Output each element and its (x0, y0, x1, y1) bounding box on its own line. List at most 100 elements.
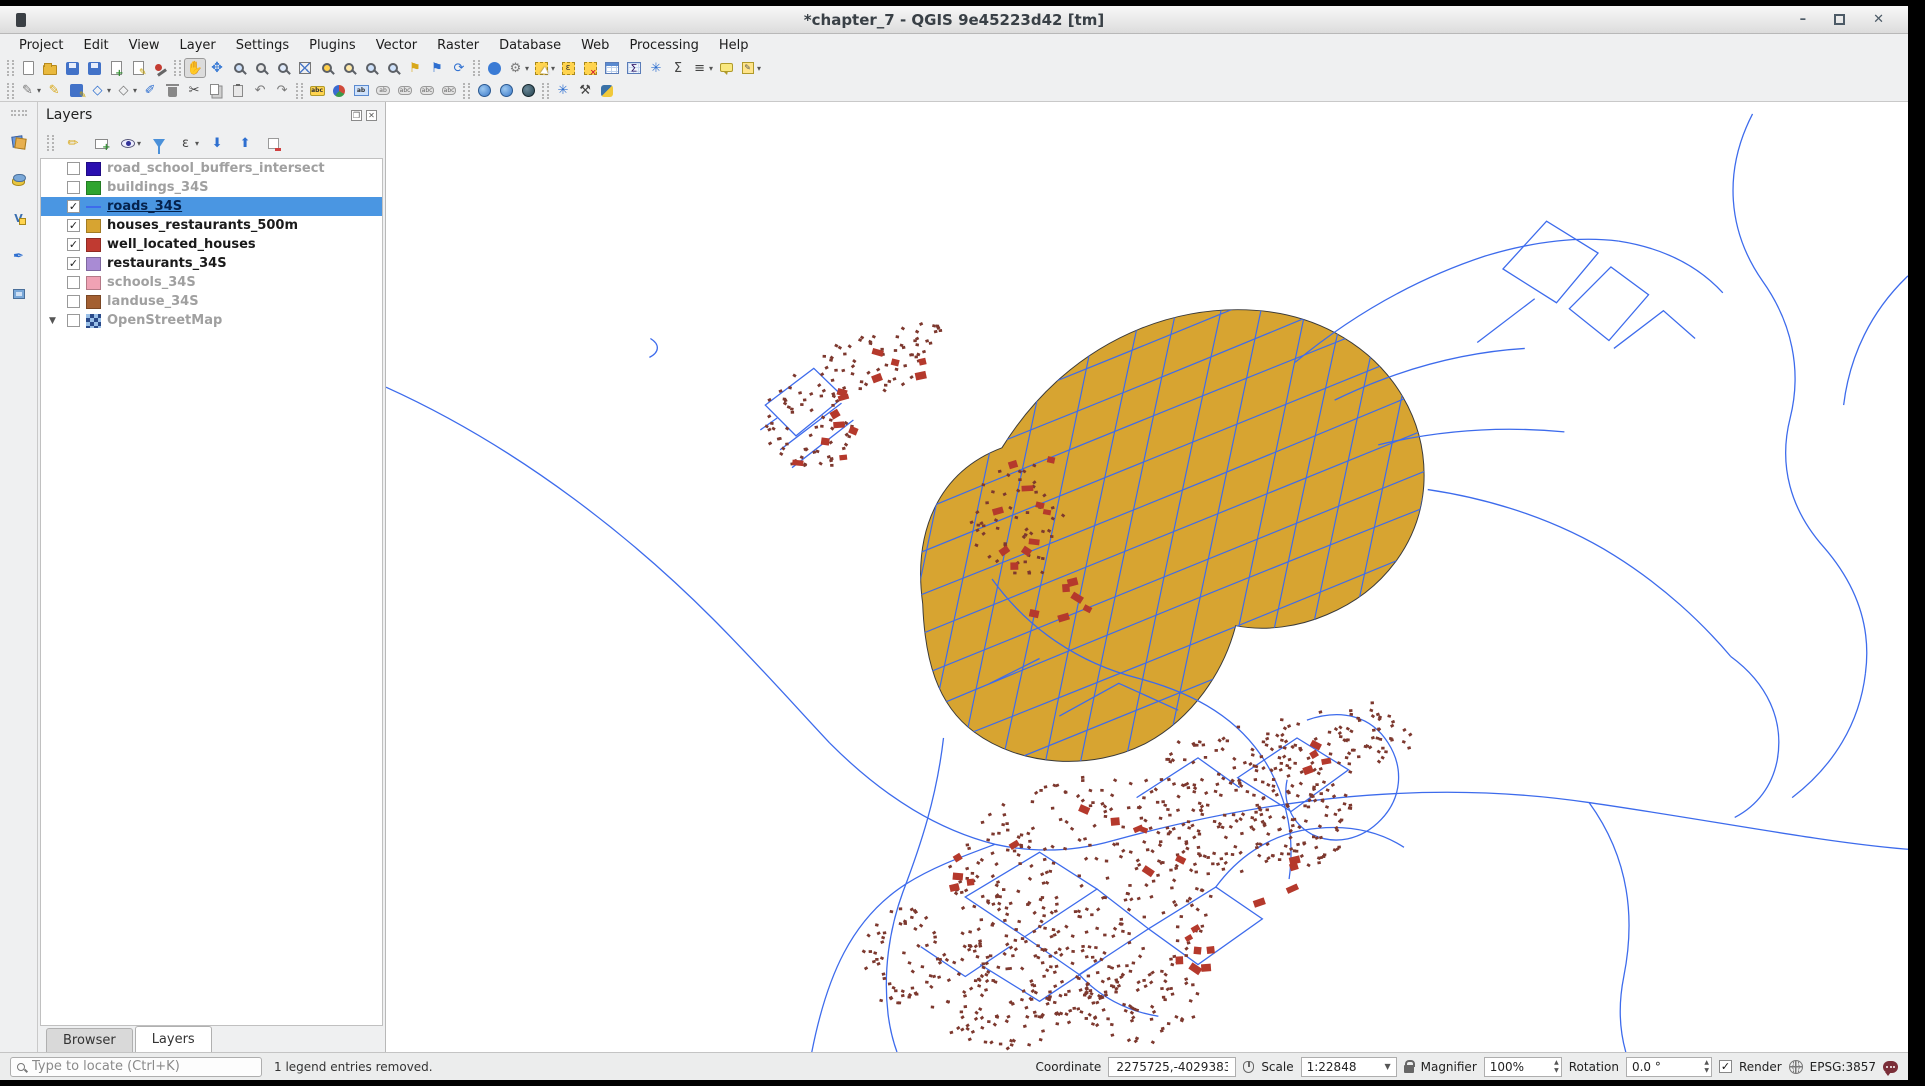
delete-selected-button[interactable] (161, 81, 183, 101)
zoom-to-layer-button[interactable] (338, 58, 360, 78)
style-manager-button[interactable] (149, 58, 171, 78)
run-feature-action-button[interactable]: ⚙▾ (505, 58, 531, 78)
minimize-button[interactable]: – (1800, 13, 1807, 26)
map-tips-button[interactable] (715, 58, 737, 78)
toolbox-button[interactable]: ⚒ (574, 81, 596, 101)
web-map-services-button[interactable] (495, 81, 517, 101)
add-feature-button[interactable]: ◇▾ (87, 81, 113, 101)
show-layout-manager-button[interactable] (127, 58, 149, 78)
new-print-layout-button[interactable] (105, 58, 127, 78)
panel-close-icon[interactable]: ✕ (366, 110, 377, 121)
zoom-to-selection-button[interactable] (316, 58, 338, 78)
processing-options-button[interactable]: ✳ (645, 58, 667, 78)
toolbar-handle[interactable] (174, 60, 181, 76)
osm-place-search-button[interactable] (517, 81, 539, 101)
layer-row-schools_34S[interactable]: schools_34S (41, 273, 382, 292)
rotate-label-button[interactable]: abc (416, 81, 438, 101)
close-button[interactable]: ✕ (1873, 13, 1884, 26)
toolbar-handle[interactable] (473, 60, 480, 76)
deselect-all-button[interactable] (579, 58, 601, 78)
new-project-button[interactable] (17, 58, 39, 78)
processing-toolbox-button[interactable]: ✳ (552, 81, 574, 101)
statistical-summary-button[interactable]: Σ (667, 58, 689, 78)
zoom-next-button[interactable] (382, 58, 404, 78)
layer-row-roads_34S[interactable]: ✓roads_34S (41, 197, 382, 216)
layer-row-restaurants_34S[interactable]: ✓restaurants_34S (41, 254, 382, 273)
menu-project[interactable]: Project (10, 36, 72, 55)
maximize-button[interactable] (1834, 14, 1845, 25)
add-group-button[interactable] (89, 133, 113, 153)
menu-raster[interactable]: Raster (428, 36, 488, 55)
messages-icon[interactable] (1883, 1061, 1898, 1073)
new-annotation-button[interactable]: ✎▾ (737, 58, 763, 78)
crs-globe-icon[interactable] (1789, 1060, 1803, 1074)
menu-layer[interactable]: Layer (171, 36, 225, 55)
toolbar-handle[interactable] (47, 135, 54, 151)
open-project-button[interactable] (39, 58, 61, 78)
change-label-button[interactable]: abc (438, 81, 460, 101)
toggle-editing-button[interactable]: ✎ (43, 81, 65, 101)
render-checkbox[interactable]: ✓ (1719, 1060, 1732, 1073)
filter-legend-button[interactable] (147, 133, 171, 153)
paste-features-button[interactable] (227, 81, 249, 101)
data-source-manager-button[interactable] (7, 130, 31, 154)
menu-database[interactable]: Database (490, 36, 570, 55)
layer-row-road_school_buffers_intersect[interactable]: road_school_buffers_intersect (41, 159, 382, 178)
epsg-status[interactable]: EPSG:3857 (1810, 1060, 1876, 1074)
pan-map-button[interactable]: ✋ (184, 58, 206, 78)
zoom-native-button[interactable] (272, 58, 294, 78)
open-attribute-table-button[interactable] (601, 58, 623, 78)
menu-view[interactable]: View (120, 36, 169, 55)
menu-edit[interactable]: Edit (74, 36, 117, 55)
layer-checkbox-road_school_buffers_intersect[interactable] (67, 162, 80, 175)
open-layer-styling-button[interactable]: ✏ (61, 133, 85, 153)
pan-to-selection-button[interactable]: ✥ (206, 58, 228, 78)
save-project-button[interactable] (61, 58, 83, 78)
save-project-as-button[interactable] (83, 58, 105, 78)
modify-attributes-button[interactable]: ✐ (139, 81, 161, 101)
menu-processing[interactable]: Processing (620, 36, 707, 55)
measure-line-button[interactable]: ≡▾ (689, 58, 715, 78)
new-spatial-bookmark-button[interactable]: ⚑ (404, 58, 426, 78)
copy-features-button[interactable] (205, 81, 227, 101)
magnifier-spinbox[interactable]: 100% ▲▼ (1484, 1057, 1562, 1077)
add-geopackage-layer-button[interactable] (7, 168, 31, 192)
collapse-all-button[interactable]: ⬆ (233, 133, 257, 153)
coordinate-input[interactable] (1114, 1059, 1230, 1075)
menu-plugins[interactable]: Plugins (300, 36, 365, 55)
add-vector-layer-button[interactable]: V (7, 206, 31, 230)
cut-features-button[interactable]: ✂ (183, 81, 205, 101)
menu-web[interactable]: Web (572, 36, 618, 55)
metasearch-button[interactable] (473, 81, 495, 101)
zoom-out-button[interactable] (250, 58, 272, 78)
layer-row-landuse_34S[interactable]: landuse_34S (41, 292, 382, 311)
layer-checkbox-buildings_34S[interactable] (67, 181, 80, 194)
menu-vector[interactable]: Vector (367, 36, 426, 55)
toolbar-handle[interactable] (7, 60, 14, 76)
scale-combo[interactable]: 1:22848 ▼ (1301, 1057, 1397, 1077)
layer-checkbox-houses_restaurants_500m[interactable]: ✓ (67, 219, 80, 232)
toolbar-handle[interactable] (296, 83, 303, 99)
identify-features-button[interactable] (483, 58, 505, 78)
redo-button[interactable]: ↷ (271, 81, 293, 101)
toolbar-handle[interactable] (7, 83, 14, 99)
spinner-arrows-icon[interactable]: ▲▼ (1704, 1059, 1709, 1075)
filter-by-expression-button[interactable]: ε▾ (175, 133, 201, 153)
toolbar-handle[interactable] (11, 110, 27, 116)
vertex-tool-button[interactable]: ◇▾ (113, 81, 139, 101)
pin-labels-button[interactable]: ab (350, 81, 372, 101)
manage-map-themes-button[interactable]: ▾ (117, 133, 143, 153)
map-canvas[interactable] (386, 102, 1908, 1052)
layer-row-well_located_houses[interactable]: ✓well_located_houses (41, 235, 382, 254)
layer-labeling-button[interactable]: abc (306, 81, 328, 101)
expander-icon[interactable]: ▼ (49, 316, 56, 326)
layer-checkbox-restaurants_34S[interactable]: ✓ (67, 257, 80, 270)
toolbar-handle[interactable] (463, 83, 470, 99)
layer-diagram-button[interactable] (328, 81, 350, 101)
select-features-button[interactable]: ▾ (531, 58, 557, 78)
locator-input[interactable] (30, 1058, 255, 1075)
layer-checkbox-schools_34S[interactable] (67, 276, 80, 289)
add-virtual-layer-button[interactable] (7, 282, 31, 306)
layer-row-buildings_34S[interactable]: buildings_34S (41, 178, 382, 197)
zoom-in-button[interactable] (228, 58, 250, 78)
